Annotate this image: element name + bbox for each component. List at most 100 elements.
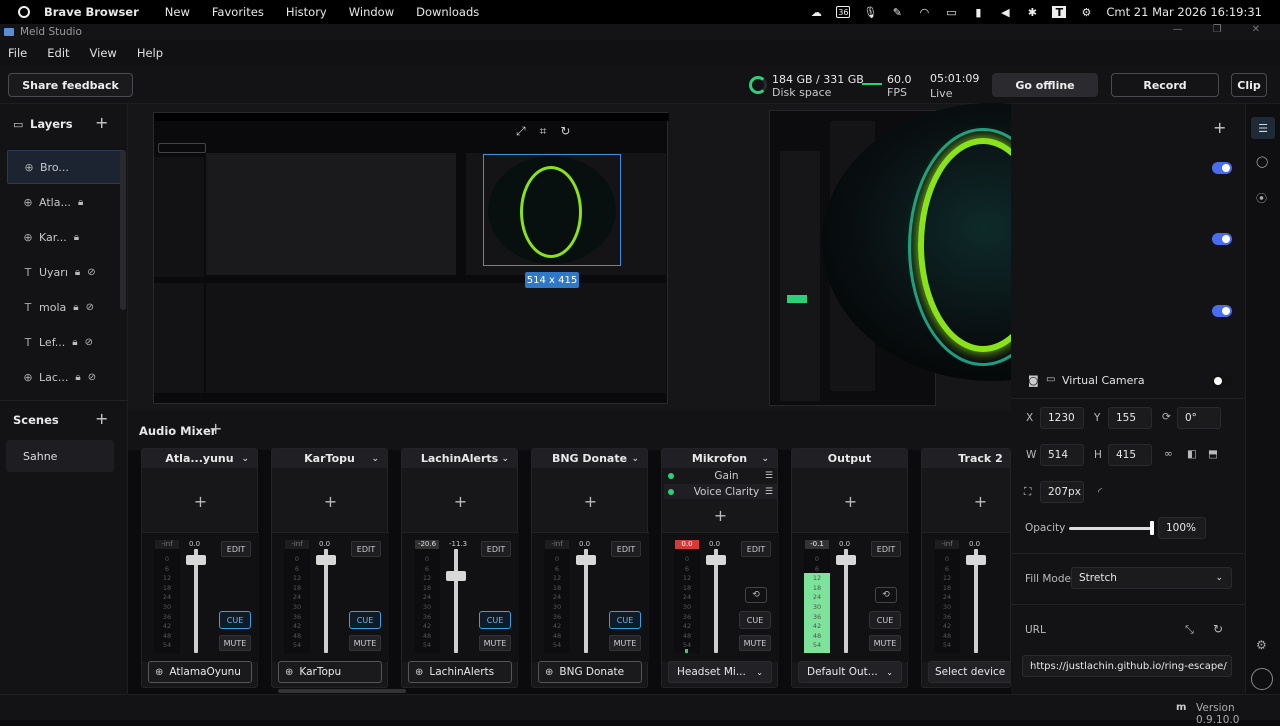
output-toggle-3[interactable]: [1212, 305, 1232, 317]
clip-button[interactable]: Clip: [1231, 73, 1267, 97]
os-menu-window[interactable]: Window: [349, 5, 394, 19]
cue-button[interactable]: CUE: [479, 611, 511, 629]
rotate-tool-icon[interactable]: ↻: [560, 124, 570, 142]
sliders-icon[interactable]: ☰: [765, 471, 773, 481]
channel-header[interactable]: KarTopu ⌄: [272, 449, 387, 468]
device-selector[interactable]: Default Out... ⌄: [798, 661, 902, 683]
source-selector[interactable]: ⊕ KarTopu: [278, 661, 382, 683]
mute-button[interactable]: MUTE: [609, 635, 641, 651]
menu-edit[interactable]: Edit: [47, 46, 69, 60]
refresh-icon[interactable]: ↻: [1213, 622, 1223, 636]
url-input[interactable]: https://justlachin.github.io/ring-escape…: [1022, 655, 1232, 677]
rotation-input[interactable]: 0°: [1177, 407, 1221, 429]
lock-icon[interactable]: 🔒︎: [75, 372, 80, 383]
edit-button[interactable]: EDIT: [741, 541, 771, 557]
mute-button[interactable]: MUTE: [219, 635, 251, 651]
virtual-camera-toggle[interactable]: [1212, 375, 1232, 387]
channel-header[interactable]: Atla...yunu ⌄: [142, 449, 257, 468]
lock-icon[interactable]: 🔒︎: [75, 267, 80, 278]
text-input-icon[interactable]: T: [1052, 6, 1067, 19]
os-clock[interactable]: Cmt 21 Mar 2026 16:19:31: [1106, 5, 1262, 19]
close-icon[interactable]: ✕: [1252, 24, 1260, 35]
add-audio-track-button[interactable]: +: [209, 421, 222, 437]
cue-button[interactable]: CUE: [869, 611, 901, 629]
volume-fader[interactable]: -11.3: [446, 540, 467, 653]
bluetooth-icon[interactable]: ✱: [1025, 6, 1039, 19]
channel-header[interactable]: Mikrofon ⌄: [662, 449, 777, 468]
link-aspect-icon[interactable]: ∞: [1164, 448, 1173, 460]
sliders-icon[interactable]: ☰: [765, 487, 773, 497]
chat-tab-icon[interactable]: ◯: [1256, 155, 1268, 168]
opacity-input[interactable]: 100%: [1158, 517, 1206, 539]
layer-item-atlama[interactable]: ⊕ Atla... 🔒︎: [7, 185, 125, 219]
mixer-scrollbar[interactable]: [278, 689, 406, 693]
height-input[interactable]: 415: [1108, 444, 1152, 466]
source-selector[interactable]: ⊕ LachinAlerts: [408, 661, 512, 683]
lock-icon[interactable]: 🔒︎: [74, 232, 79, 243]
crop-tool-icon[interactable]: ⌗: [540, 124, 547, 142]
chevron-down-icon[interactable]: ⌄: [371, 454, 379, 464]
hidden-eye-icon[interactable]: ⊘: [88, 372, 96, 383]
add-output-button[interactable]: +: [1213, 120, 1226, 136]
add-effect-button[interactable]: +: [662, 504, 779, 526]
microphone-icon[interactable]: 🎙︎: [863, 6, 877, 19]
mute-button[interactable]: MUTE: [349, 635, 381, 651]
source-selector[interactable]: ⊕ AtlamaOyunu: [148, 661, 252, 683]
hidden-eye-icon[interactable]: ⊘: [85, 337, 93, 348]
volume-fader[interactable]: 0.0: [186, 540, 206, 653]
layer-item-left[interactable]: T Lef... 🔒︎ ⊘: [7, 325, 125, 359]
add-layer-button[interactable]: +: [95, 115, 108, 131]
go-offline-button[interactable]: Go offline: [992, 73, 1098, 97]
volume-fader[interactable]: 0.0: [576, 540, 596, 653]
volume-fader[interactable]: 0.0: [706, 540, 726, 653]
volume-icon[interactable]: ◀: [998, 6, 1012, 19]
width-input[interactable]: 514: [1040, 444, 1084, 466]
cue-button[interactable]: CUE: [349, 611, 381, 629]
layer-item-lachin[interactable]: ⊕ Lac... 🔒︎ ⊘: [7, 360, 125, 394]
lock-icon[interactable]: 🔒︎: [78, 197, 83, 208]
cursor-tool-icon[interactable]: ⤢: [516, 124, 526, 142]
add-effect-button[interactable]: +: [532, 471, 649, 531]
chevron-down-icon[interactable]: ⌄: [631, 454, 639, 464]
edit-button[interactable]: EDIT: [871, 541, 901, 557]
lock-icon[interactable]: 🔒︎: [73, 302, 78, 313]
settings-gear-icon[interactable]: ⚙: [1256, 638, 1267, 652]
flip-horizontal-icon[interactable]: ◧: [1187, 448, 1197, 460]
volume-fader[interactable]: 0.0: [316, 540, 336, 653]
control-center-icon[interactable]: ⚙: [1079, 6, 1093, 19]
x-input[interactable]: 1230: [1040, 407, 1084, 429]
os-logo-icon[interactable]: [18, 6, 30, 18]
effect-voice-clarity[interactable]: Voice Clarity ☰: [664, 484, 777, 499]
output-toggle-2[interactable]: [1212, 233, 1232, 245]
battery-icon[interactable]: ▮: [971, 6, 985, 19]
record-button[interactable]: Record: [1111, 73, 1219, 97]
chevron-down-icon[interactable]: ⌄: [761, 454, 769, 464]
minimize-icon[interactable]: —: [1173, 24, 1183, 35]
edit-button[interactable]: EDIT: [611, 541, 641, 557]
y-input[interactable]: 155: [1108, 407, 1152, 429]
cloud-icon[interactable]: ☁: [809, 6, 823, 19]
chevron-down-icon[interactable]: ⌄: [501, 454, 509, 464]
properties-tab-icon[interactable]: ☰: [1251, 117, 1275, 139]
device-selector[interactable]: Select device: [928, 661, 1010, 683]
channel-header[interactable]: LachinAlerts ⌄: [402, 449, 517, 468]
add-effect-button[interactable]: +: [792, 471, 909, 531]
layer-item-uyari[interactable]: T Uyarı 🔒︎ ⊘: [7, 255, 125, 289]
hidden-eye-icon[interactable]: ⊘: [87, 267, 95, 278]
restore-icon[interactable]: ❐: [1213, 24, 1222, 35]
add-scene-button[interactable]: +: [95, 411, 108, 427]
mute-button[interactable]: MUTE: [869, 635, 901, 651]
os-menu-history[interactable]: History: [286, 5, 327, 19]
fill-mode-select[interactable]: Stretch ⌄: [1071, 567, 1232, 589]
link-device-icon[interactable]: ⟲: [745, 587, 767, 603]
device-selector[interactable]: Headset Mi... ⌄: [668, 661, 772, 683]
mute-button[interactable]: MUTE: [479, 635, 511, 651]
account-avatar-icon[interactable]: [1251, 668, 1273, 690]
wifi-icon[interactable]: ◠: [917, 6, 931, 19]
channel-header[interactable]: Output: [792, 449, 907, 468]
channel-header[interactable]: BNG Donate ⌄: [532, 449, 647, 468]
broadcast-tab-icon[interactable]: ⦿: [1256, 190, 1267, 206]
source-selector[interactable]: ⊕ BNG Donate: [538, 661, 642, 683]
cue-button[interactable]: CUE: [739, 611, 771, 629]
edit-button[interactable]: EDIT: [221, 541, 251, 557]
